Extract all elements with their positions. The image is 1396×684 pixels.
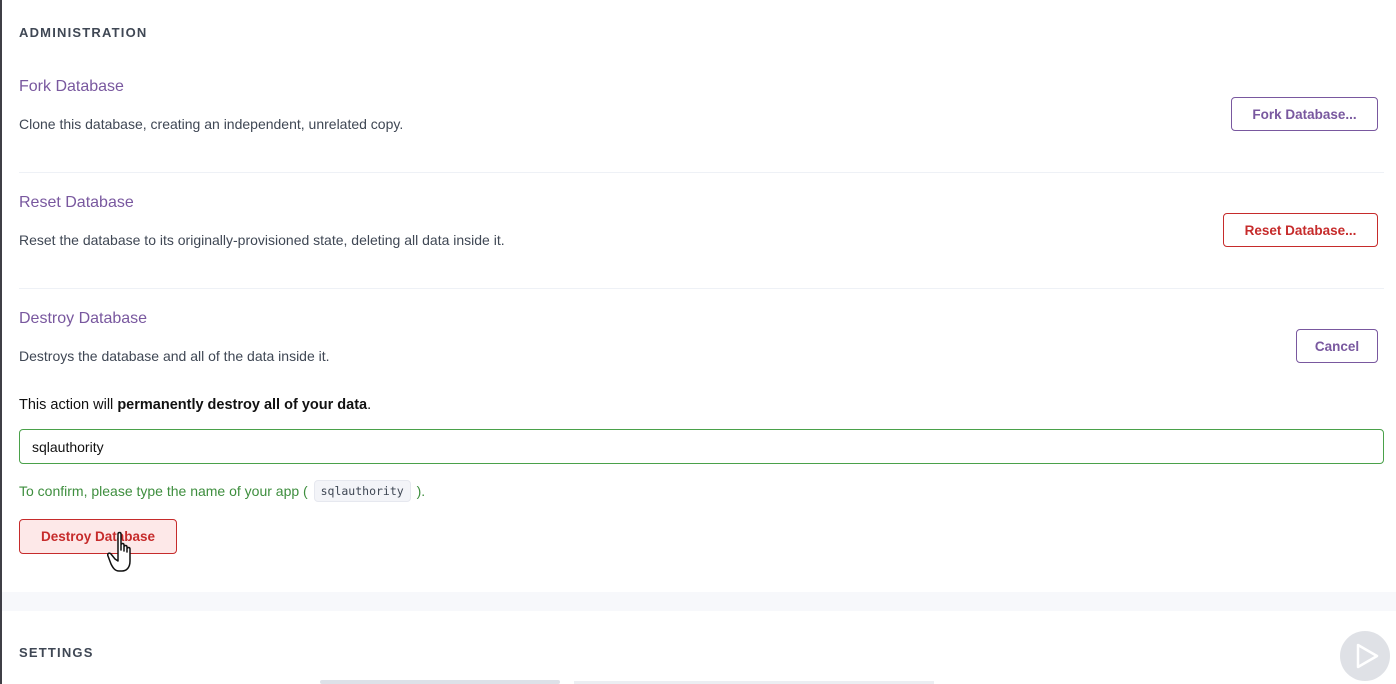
warning-prefix: This action will	[19, 397, 118, 413]
hint-suffix: ).	[412, 483, 426, 499]
hand-pointer-icon	[107, 531, 131, 572]
fork-database-title: Fork Database	[19, 78, 124, 95]
play-icon[interactable]	[1339, 630, 1391, 682]
destroy-database-title: Destroy Database	[19, 310, 148, 327]
confirm-app-name-input[interactable]	[19, 429, 1384, 464]
cancel-button[interactable]: Cancel	[1296, 329, 1378, 363]
destroy-warning: This action will permanently destroy all…	[19, 397, 371, 413]
reset-database-button[interactable]: Reset Database...	[1223, 213, 1378, 247]
divider	[19, 288, 1384, 289]
fork-database-button[interactable]: Fork Database...	[1231, 97, 1378, 131]
reset-database-description: Reset the database to its originally-pro…	[19, 232, 505, 248]
warning-suffix: .	[367, 397, 372, 413]
fork-database-description: Clone this database, creating an indepen…	[19, 116, 404, 132]
confirm-hint: To confirm, please type the name of your…	[19, 480, 425, 502]
settings-field-fragment	[320, 680, 560, 684]
hint-prefix: To confirm, please type the name of your…	[19, 483, 312, 499]
destroy-database-button[interactable]: Destroy Database	[19, 519, 177, 554]
divider	[19, 172, 1384, 173]
destroy-database-description: Destroys the database and all of the dat…	[19, 348, 330, 364]
warning-emphasis: permanently destroy all of your data	[117, 397, 368, 413]
reset-database-title: Reset Database	[19, 194, 134, 211]
app-name-code: sqlauthority	[313, 480, 411, 502]
database-settings-page: ADMINISTRATION Fork Database Clone this …	[0, 0, 1396, 684]
settings-heading: SETTINGS	[19, 645, 94, 660]
administration-heading: ADMINISTRATION	[19, 25, 148, 40]
section-separator	[2, 592, 1396, 611]
